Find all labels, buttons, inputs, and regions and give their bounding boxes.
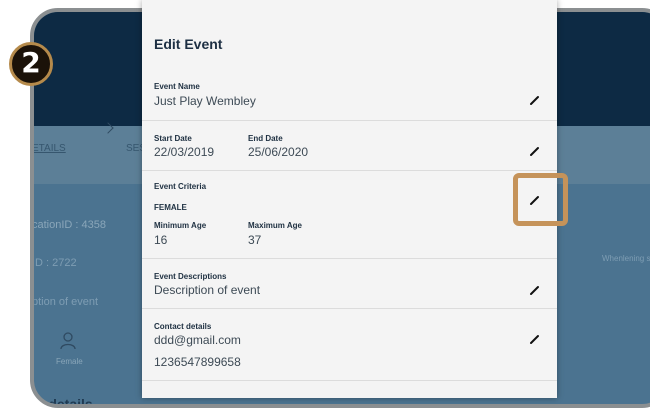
pencil-icon[interactable] xyxy=(529,94,541,106)
descriptions-value: Description of event xyxy=(154,283,261,297)
contact-section: Contact details ddd@gmail.com 1236547899… xyxy=(142,308,557,381)
pencil-icon[interactable] xyxy=(529,284,541,296)
criteria-section: Event Criteria FEMALE Minimum Age 16 Max… xyxy=(142,170,557,259)
max-age-label: Maximum Age xyxy=(248,221,302,230)
event-name-value: Just Play Wembley xyxy=(154,94,256,108)
edit-event-modal: Edit Event Event Name Just Play Wembley … xyxy=(142,0,557,398)
event-name-label: Event Name xyxy=(154,82,200,91)
pencil-icon[interactable] xyxy=(529,145,541,157)
end-date-value: 25/06/2020 xyxy=(248,145,309,159)
end-date-label: End Date xyxy=(248,134,283,143)
tab-details[interactable]: ETAILS xyxy=(34,143,66,154)
descriptions-section: Event Descriptions Description of event xyxy=(142,258,557,309)
description-text: ption of event xyxy=(32,296,99,308)
dates-section: Start Date 22/03/2019 End Date 25/06/202… xyxy=(142,120,557,171)
contact-email: ddd@gmail.com xyxy=(154,333,241,347)
id-text: ID : 2722 xyxy=(32,257,77,269)
modal-title: Edit Event xyxy=(154,36,223,52)
pencil-icon[interactable] xyxy=(529,333,541,345)
gender-value: FEMALE xyxy=(154,203,187,212)
step-badge: 2 xyxy=(9,42,53,86)
criteria-label: Event Criteria xyxy=(154,182,207,191)
min-age-label: Minimum Age xyxy=(154,221,207,230)
min-age-value: 16 xyxy=(154,233,168,247)
contact-phone: 1236547899658 xyxy=(154,355,241,369)
descriptions-label: Event Descriptions xyxy=(154,272,227,281)
location-id-text: cationID : 4358 xyxy=(32,219,106,231)
person-icon xyxy=(60,332,76,350)
female-label: Female xyxy=(56,357,83,366)
start-date-label: Start Date xyxy=(154,134,192,143)
event-name-section: Event Name Just Play Wembley xyxy=(142,72,557,121)
highlight-box xyxy=(513,173,568,226)
start-date-value: 22/03/2019 xyxy=(154,145,215,159)
contact-label: Contact details xyxy=(154,322,212,331)
right-side-text: Whenlening s xyxy=(602,254,650,263)
max-age-value: 37 xyxy=(248,233,262,247)
